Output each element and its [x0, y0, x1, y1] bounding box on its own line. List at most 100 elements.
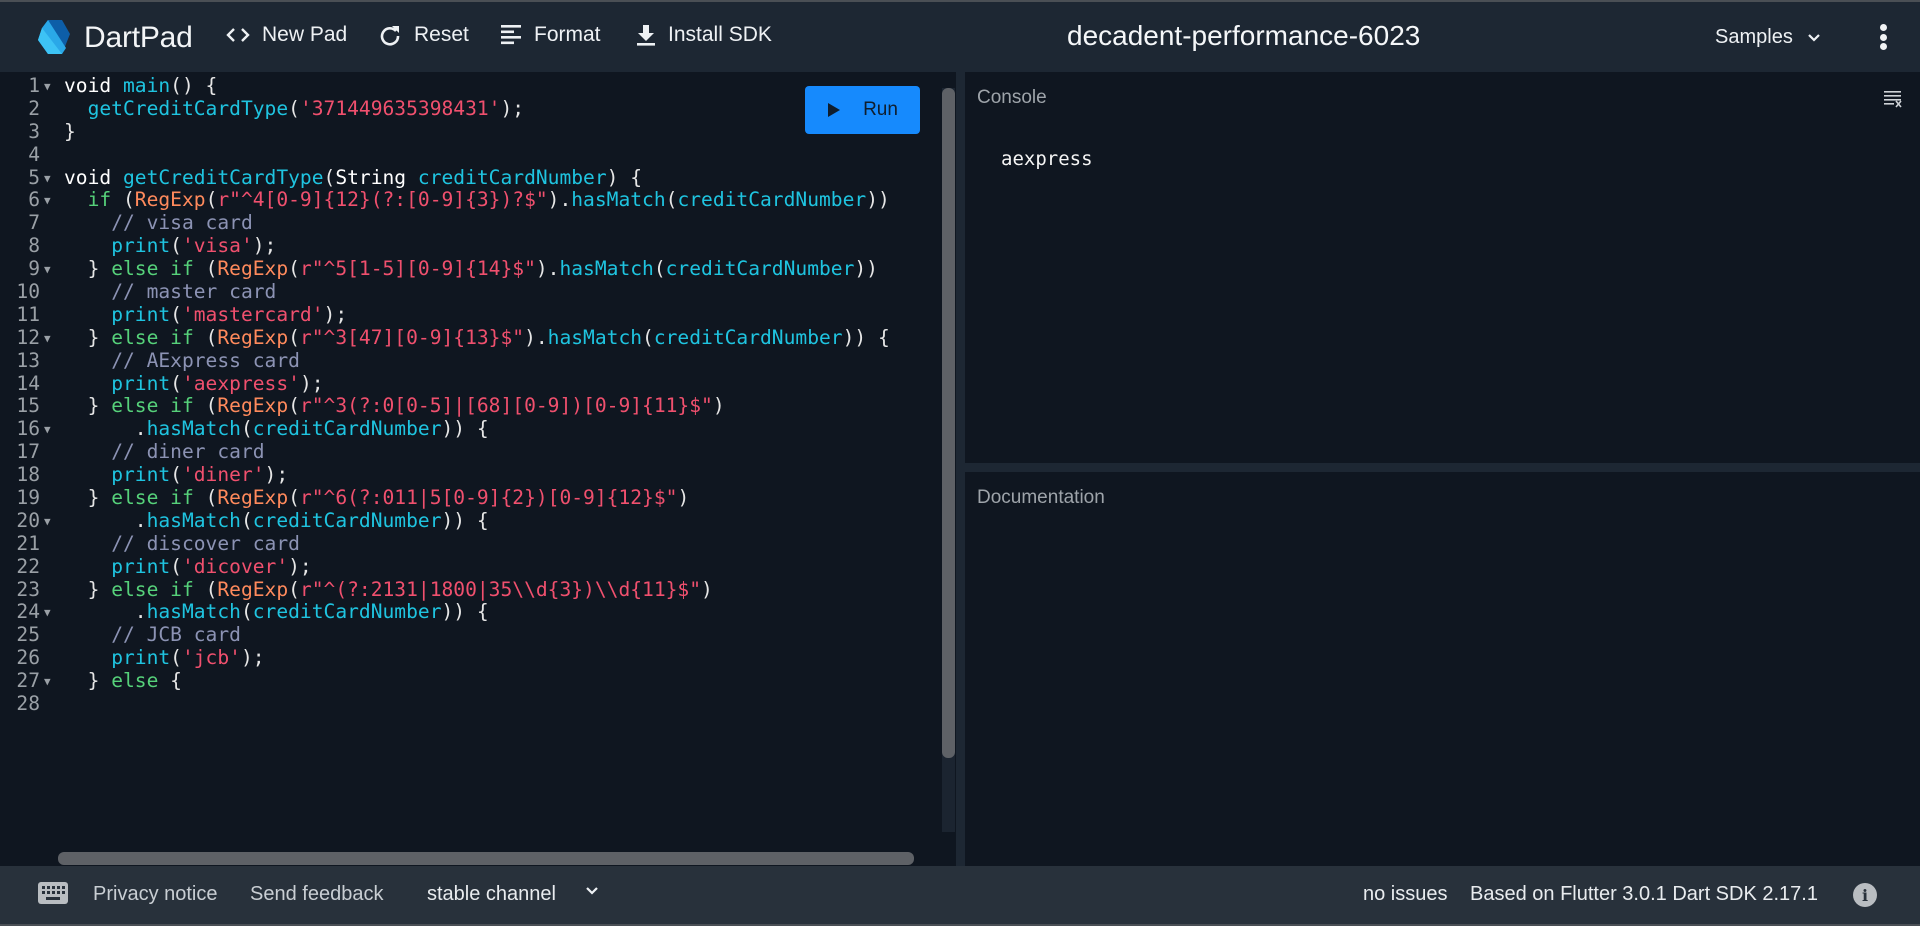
samples-dropdown[interactable]: Samples [1715, 26, 1821, 49]
code-token: )) { [441, 417, 489, 441]
channel-selector[interactable]: stable channel [427, 883, 556, 906]
line-number: 19 [16, 486, 40, 510]
code-token: )) { [441, 508, 489, 532]
code-line[interactable]: 15 } else if (RegExp(r"^3(?:0[0-5]|[68][… [0, 395, 890, 418]
info-icon[interactable]: i [1853, 883, 1877, 907]
code-line[interactable]: 11 print('mastercard'); [0, 302, 890, 327]
code-token: ( [288, 325, 300, 349]
fold-arrow-icon[interactable]: ▼ [40, 602, 64, 625]
keyboard-icon[interactable] [38, 882, 68, 904]
code-token: print [111, 302, 171, 326]
line-number: 16 [16, 417, 40, 441]
code-token: // visa card [111, 211, 253, 235]
fold-arrow-icon[interactable]: ▼ [40, 671, 64, 694]
format-button[interactable]: Format [500, 23, 601, 47]
console-output: aexpress [1001, 148, 1093, 170]
code-line[interactable]: 1 ▼ void main() { [0, 74, 890, 99]
code-line[interactable]: 24 ▼ .hasMatch(creditCardNumber)) { [0, 601, 890, 624]
code-token: ( [170, 302, 182, 326]
code-line[interactable]: 16 ▼ .hasMatch(creditCardNumber)) { [0, 417, 890, 442]
chevron-down-icon[interactable] [585, 886, 599, 896]
code-line[interactable]: 26 print('jcb'); [0, 646, 890, 670]
code-token: creditCardNumber [665, 257, 855, 281]
code-token: print [111, 554, 171, 578]
code-line[interactable]: 23 } else if (RegExp(r"^(?:2131|1800|35\… [0, 577, 890, 602]
code-token: ( [288, 394, 300, 418]
privacy-notice-link[interactable]: Privacy notice [93, 883, 218, 906]
panel-splitter-horizontal[interactable] [965, 463, 1920, 472]
code-token: ( [288, 577, 300, 601]
code-line[interactable]: 27 ▼ } else { [0, 669, 890, 694]
code-token: r"^4[0-9]{12}(?:[0-9]{3})?$" [217, 188, 548, 212]
horizontal-scrollbar-thumb[interactable] [58, 852, 914, 865]
code-line[interactable]: 8 print('visa'); [0, 234, 890, 258]
fold-arrow-icon[interactable]: ▼ [40, 419, 64, 442]
code-line[interactable]: 28 [0, 692, 890, 716]
code-line[interactable]: 14 print('aexpress'); [0, 372, 890, 396]
code-token: } [64, 325, 112, 349]
fold-arrow-icon[interactable]: ▼ [40, 328, 64, 351]
code-token: r"^3[47][0-9]{13}$" [299, 325, 525, 349]
dartpad-logo[interactable]: DartPad [36, 18, 193, 58]
code-line[interactable]: 10 // master card [0, 280, 890, 304]
code-line[interactable]: 19 } else if (RegExp(r"^6(?:011|5[0-9]{2… [0, 486, 890, 510]
code-line[interactable]: 17 // diner card [0, 440, 890, 464]
code-content[interactable]: 1 ▼ void main() {2 getCreditCardType('3714… [0, 74, 890, 716]
pad-title[interactable]: decadent-performance-6023 [1067, 20, 1420, 52]
clear-console-icon[interactable] [1884, 90, 1902, 108]
code-token: ) [712, 394, 725, 418]
fold-arrow-icon[interactable]: ▼ [40, 511, 64, 534]
code-line[interactable]: 6 ▼ if (RegExp(r"^4[0-9]{12}(?:[0-9]{3})?… [0, 189, 890, 212]
code-token: } [64, 394, 112, 418]
code-line[interactable]: 21 // discover card [0, 532, 890, 556]
code-token: ( [288, 257, 300, 281]
code-line[interactable]: 3} [0, 119, 890, 144]
app-header: DartPad New Pad Reset Format Install SDK… [0, 2, 1920, 72]
install-sdk-button[interactable]: Install SDK [636, 23, 772, 47]
code-token: . [64, 600, 147, 624]
code-line[interactable]: 9 ▼ } else if (RegExp(r"^5[1-5][0-9]{14}$… [0, 257, 890, 282]
code-token: ( [288, 486, 300, 510]
code-editor[interactable]: 1 ▼ void main() {2 getCreditCardType('3714… [0, 72, 956, 866]
code-line[interactable]: 2 getCreditCardType('371449635398431'); [0, 96, 890, 121]
play-icon [828, 103, 841, 117]
more-options-icon[interactable] [1874, 24, 1892, 52]
fold-arrow-icon[interactable]: ▼ [40, 190, 64, 213]
code-line[interactable]: 20 ▼ .hasMatch(creditCardNumber)) { [0, 508, 890, 534]
format-align-icon [501, 25, 521, 45]
line-number: 3 [28, 119, 40, 143]
code-token: hasMatch [571, 188, 666, 212]
code-line[interactable]: 4 [0, 143, 890, 167]
panel-splitter-vertical[interactable] [956, 72, 965, 866]
code-token: RegExp [134, 188, 206, 212]
fold-arrow-icon[interactable]: ▼ [40, 259, 64, 282]
code-line[interactable]: 12 ▼ } else if (RegExp(r"^3[47][0-9]{13}$… [0, 325, 889, 351]
vertical-scrollbar-thumb[interactable] [942, 88, 955, 758]
code-token: ); [240, 646, 265, 670]
line-number: 8 [28, 234, 40, 258]
new-pad-button[interactable]: New Pad [226, 23, 347, 47]
run-button[interactable]: Run [805, 86, 920, 134]
send-feedback-link[interactable]: Send feedback [250, 883, 383, 906]
code-line[interactable]: 25 // JCB card [0, 623, 890, 647]
code-line[interactable]: 18 print('diner'); [0, 463, 890, 487]
code-token: ( [240, 508, 253, 532]
code-token: r"^6(?:011|5[0-9]{2})[0-9]{12}$" [299, 486, 678, 510]
status-bar: Privacy notice Send feedback stable chan… [0, 866, 1920, 924]
code-line[interactable]: 13 // AExpress card [0, 349, 890, 373]
code-token: )) { [441, 600, 489, 624]
code-line[interactable]: 5 ▼ void getCreditCardType(String creditCa… [0, 166, 890, 191]
code-line[interactable]: 7 // visa card [0, 211, 890, 235]
fold-arrow-icon[interactable]: ▼ [40, 76, 64, 99]
line-number: 11 [16, 302, 40, 326]
reset-button[interactable]: Reset [378, 23, 469, 47]
code-line[interactable]: 22 print('dicover'); [0, 554, 890, 579]
issues-status[interactable]: no issues [1363, 883, 1448, 906]
code-token: ( [288, 96, 300, 120]
code-token: ( [205, 257, 218, 281]
fold-arrow-icon[interactable]: ▼ [40, 168, 64, 191]
